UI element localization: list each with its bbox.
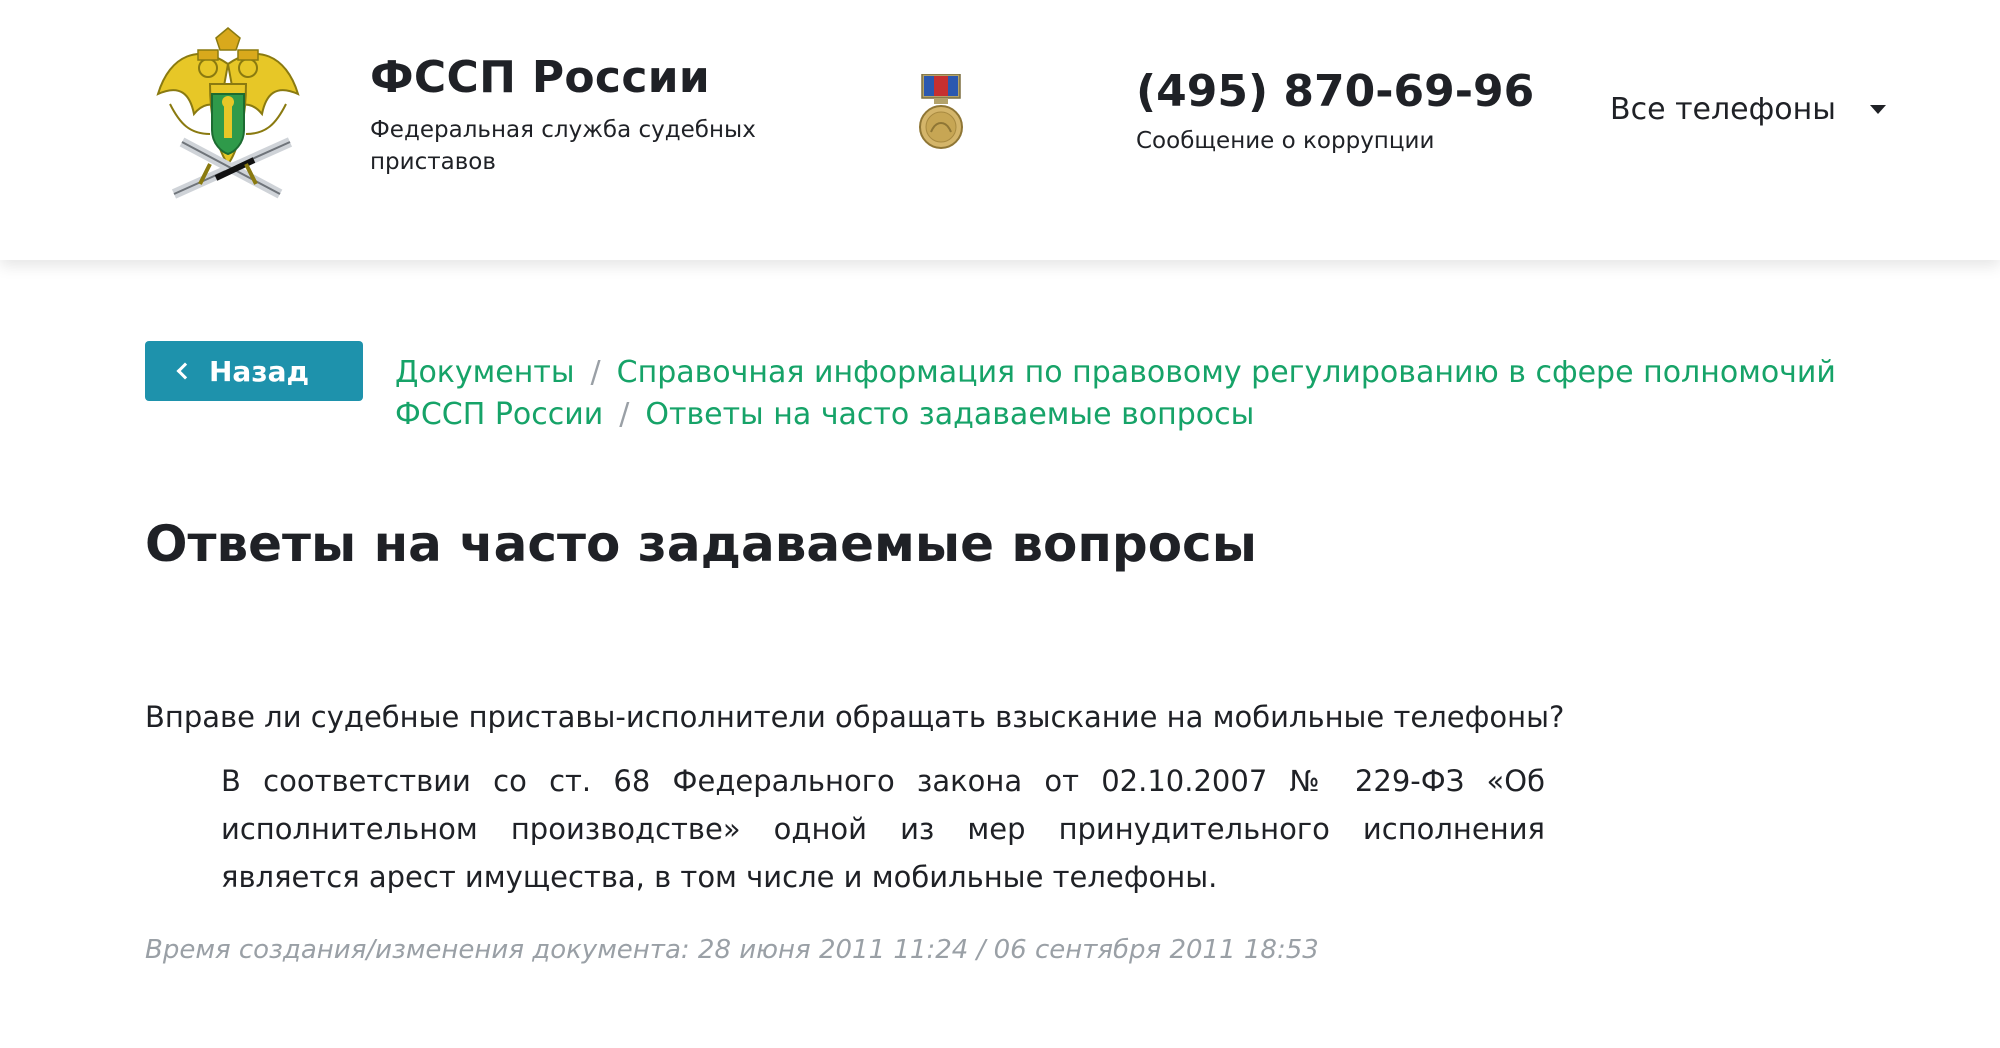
caret-down-icon <box>1869 105 1886 114</box>
breadcrumb: Документы / Справочная информация по право… <box>395 352 1855 436</box>
phone-number[interactable]: (495) 870-69-96 <box>1136 66 1534 117</box>
breadcrumb-item-documents[interactable]: Документы <box>395 355 575 390</box>
breadcrumb-separator: / <box>619 397 630 432</box>
chevron-left-icon <box>176 362 194 380</box>
document-timestamp: Время создания/изменения документа: 28 и… <box>145 935 1319 965</box>
corruption-report-link[interactable]: Сообщение о коррупции <box>1136 128 1434 154</box>
faq-answer: В соответствии со ст. 68 Федерального за… <box>221 764 1545 894</box>
all-phones-label: Все телефоны <box>1610 92 1836 127</box>
all-phones-dropdown[interactable]: Все телефоны <box>1610 92 1886 127</box>
back-button-label: Назад <box>209 354 310 388</box>
breadcrumb-separator: / <box>590 355 601 390</box>
back-button[interactable]: Назад <box>145 341 363 401</box>
brand-subtitle: Федеральная служба судебных приставов <box>370 117 756 175</box>
site-header: ФССП России Федеральная служба судебных … <box>0 0 2000 260</box>
breadcrumb-item-faq[interactable]: Ответы на часто задаваемые вопросы <box>645 397 1254 432</box>
page-title: Ответы на часто задаваемые вопросы <box>145 515 1257 573</box>
medal-icon <box>919 74 963 149</box>
faq-question: Вправе ли судебные приставы-исполнители … <box>145 700 1565 734</box>
brand-title[interactable]: ФССП России <box>370 52 710 103</box>
fssp-emblem-icon[interactable] <box>150 24 306 200</box>
